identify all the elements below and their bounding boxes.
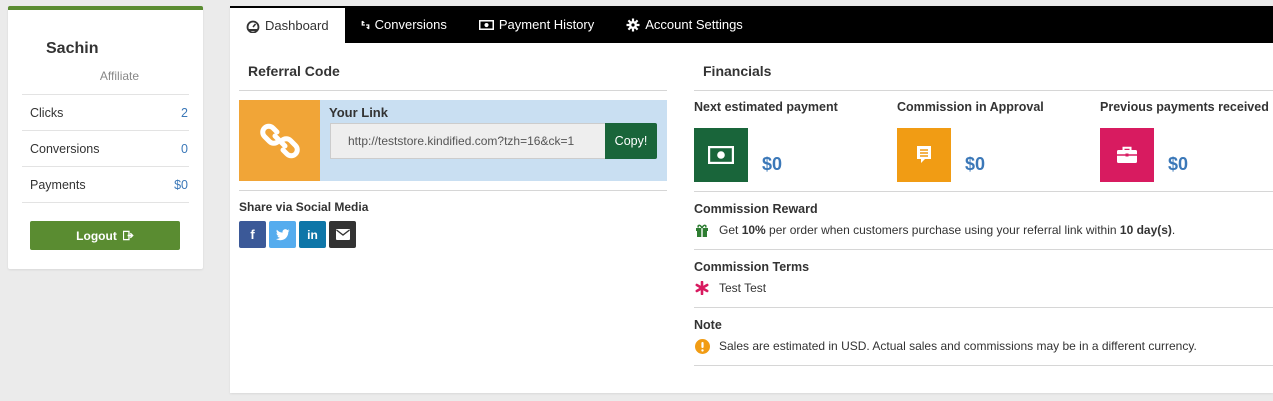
- tab-label: Dashboard: [265, 18, 329, 33]
- stat-label: Payments: [30, 177, 86, 192]
- reward-sentence: Get 10% per order when customers purchas…: [719, 223, 1175, 237]
- money-icon: [478, 19, 494, 30]
- tab-label: Account Settings: [645, 17, 743, 32]
- tab-bar: Dashboard Conversions Payment History Ac…: [230, 6, 1273, 43]
- warning-icon: [694, 338, 710, 354]
- fin-label: Previous payments received: [1100, 100, 1269, 114]
- fin-label: Next estimated payment: [694, 100, 838, 114]
- tab-account-settings[interactable]: Account Settings: [610, 6, 759, 43]
- divider: [694, 307, 1273, 308]
- link-tile: [239, 100, 320, 181]
- dashboard-icon: [246, 20, 260, 33]
- fin-amount: $0: [1168, 154, 1189, 174]
- fin-card-previous-payments: Previous payments received $0: [1100, 100, 1269, 182]
- referral-link-box: Your Link Copy!: [239, 100, 667, 181]
- fin-card-commission-approval: Commission in Approval $0: [897, 100, 1044, 182]
- fin-card-next-payment: Next estimated payment $0: [694, 100, 838, 182]
- divider: [22, 202, 189, 203]
- stat-label: Clicks: [30, 105, 64, 120]
- referral-link-input[interactable]: [330, 123, 607, 159]
- reward-mid: per order when customers purchase using …: [765, 223, 1120, 237]
- money-bill-icon: [708, 146, 734, 164]
- stat-payments: Payments $0: [22, 166, 189, 202]
- receipt-icon: [917, 146, 931, 163]
- stat-value: $0: [174, 177, 188, 192]
- chain-link-icon: [259, 123, 300, 158]
- terms-text: Test Test: [719, 281, 767, 295]
- fin-tile: [897, 128, 951, 182]
- note-text: Sales are estimated in USD. Actual sales…: [719, 339, 1197, 353]
- commission-terms-text: Test Test: [694, 280, 766, 296]
- facebook-icon: f: [250, 227, 255, 242]
- reward-post: .: [1171, 223, 1176, 237]
- sign-out-icon: [122, 230, 134, 241]
- reward-pre: Get: [719, 223, 742, 237]
- stat-label: Conversions: [30, 141, 100, 156]
- gear-icon: [626, 18, 640, 31]
- user-name: Sachin: [46, 40, 99, 57]
- share-title: Share via Social Media: [239, 200, 369, 214]
- copy-button[interactable]: Copy!: [605, 123, 657, 159]
- linkedin-icon: in: [307, 227, 318, 242]
- reward-days: 10 day(s): [1119, 223, 1172, 237]
- financials-title: Financials: [703, 63, 772, 79]
- logout-button[interactable]: Logout: [30, 221, 180, 250]
- divider: [239, 90, 667, 91]
- stat-value: 2: [181, 105, 188, 120]
- linkedin-share-button[interactable]: in: [299, 221, 326, 248]
- stat-conversions: Conversions 0: [22, 130, 189, 166]
- main-panel: Dashboard Conversions Payment History Ac…: [230, 6, 1273, 393]
- note-text-line: Sales are estimated in USD. Actual sales…: [694, 338, 1197, 354]
- envelope-icon: [335, 229, 350, 240]
- briefcase-icon: [1117, 146, 1137, 163]
- divider: [694, 90, 1273, 91]
- stat-clicks: Clicks 2: [22, 94, 189, 130]
- tab-conversions[interactable]: Conversions: [345, 6, 463, 43]
- tab-label: Conversions: [374, 17, 447, 32]
- profile-card: Sachin Affiliate Clicks 2 Conversions 0 …: [8, 6, 203, 269]
- twitter-share-button[interactable]: [269, 221, 296, 248]
- commission-reward-text: Get 10% per order when customers purchas…: [694, 222, 1175, 238]
- twitter-icon: [275, 228, 289, 240]
- note-title: Note: [694, 318, 722, 332]
- conversions-icon: [361, 20, 369, 29]
- fin-tile: [1100, 128, 1154, 182]
- stat-value: 0: [181, 141, 188, 156]
- facebook-share-button[interactable]: f: [239, 221, 266, 248]
- fin-amount: $0: [762, 154, 783, 174]
- fin-label: Commission in Approval: [897, 100, 1044, 114]
- divider: [239, 190, 667, 191]
- fin-tile: [694, 128, 748, 182]
- tab-payment-history[interactable]: Payment History: [463, 6, 610, 43]
- divider: [694, 365, 1273, 366]
- logout-label: Logout: [76, 228, 117, 243]
- your-link-label: Your Link: [329, 105, 388, 120]
- fin-amount: $0: [965, 154, 986, 174]
- commission-reward-title: Commission Reward: [694, 202, 818, 216]
- tab-dashboard[interactable]: Dashboard: [230, 6, 345, 43]
- email-share-button[interactable]: [329, 221, 356, 248]
- user-role: Affiliate: [99, 69, 140, 83]
- asterisk-icon: [694, 280, 710, 296]
- commission-terms-title: Commission Terms: [694, 260, 810, 274]
- divider: [694, 249, 1273, 250]
- referral-title: Referral Code: [248, 63, 340, 79]
- reward-percent: 10%: [741, 223, 766, 237]
- tab-label: Payment History: [498, 17, 595, 32]
- gift-icon: [694, 222, 710, 238]
- divider: [694, 191, 1273, 192]
